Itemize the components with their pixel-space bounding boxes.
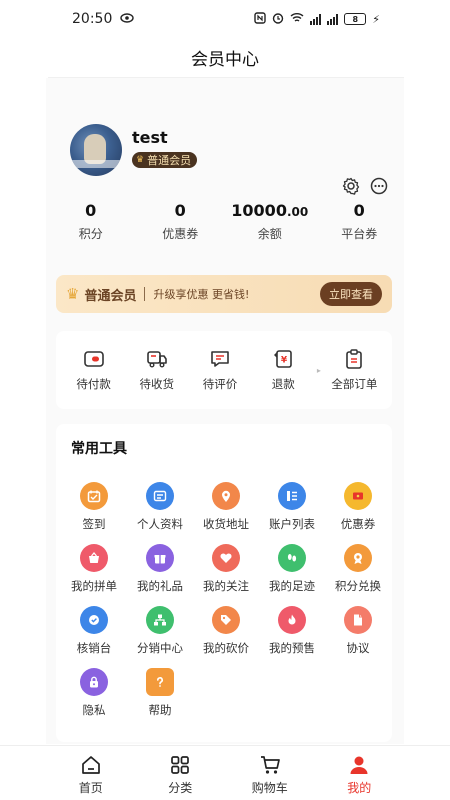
footprint-icon: [278, 544, 306, 572]
flame-icon: [278, 606, 306, 634]
banner-divider: [144, 287, 146, 301]
cart-icon: [259, 754, 281, 776]
stat-points[interactable]: 0 积分: [46, 200, 136, 244]
order-pending-review[interactable]: 待评价: [188, 348, 251, 392]
wifi-icon: [290, 12, 304, 26]
tool-footprints[interactable]: 我的足迹: [258, 544, 326, 594]
tool-privacy[interactable]: 隐私: [60, 668, 128, 718]
tab-home[interactable]: 首页: [46, 746, 136, 800]
tool-checkin[interactable]: 签到: [60, 482, 128, 532]
comment-icon: [209, 348, 231, 370]
calendar-icon: [80, 482, 108, 510]
clipboard-icon: [343, 348, 365, 370]
tab-cart[interactable]: 购物车: [225, 746, 315, 800]
tool-bargain[interactable]: 我的砍价: [192, 606, 260, 656]
orders-card: 待付款 待收货 待评价 ¥ 退款 ▸ 全部订单: [56, 331, 392, 409]
network-icon: [146, 606, 174, 634]
bottom-tab-bar: 首页 分类 购物车 我的: [0, 745, 450, 800]
tool-follow[interactable]: 我的关注: [192, 544, 260, 594]
signal-icon-2: [327, 13, 339, 25]
signal-icon: [310, 13, 322, 25]
alarm-icon: [272, 12, 284, 27]
view-now-button[interactable]: 立即查看: [320, 282, 382, 306]
document-icon: [344, 606, 372, 634]
crown-icon: ♛: [66, 285, 80, 303]
location-icon: [212, 482, 240, 510]
tool-address[interactable]: 收货地址: [192, 482, 260, 532]
home-icon: [80, 754, 102, 776]
gear-icon[interactable]: [342, 177, 360, 195]
tab-category[interactable]: 分类: [136, 746, 226, 800]
tool-agreement[interactable]: 协议: [324, 606, 392, 656]
tab-mine[interactable]: 我的: [315, 746, 405, 800]
avatar[interactable]: [70, 124, 122, 176]
tool-coupons[interactable]: 优惠券: [324, 482, 392, 532]
tool-group-buy[interactable]: 我的拼单: [60, 544, 128, 594]
verify-icon: [80, 606, 108, 634]
stat-balance[interactable]: 10000.00 余额: [225, 200, 315, 244]
medal-icon: [344, 544, 372, 572]
svg-text:¥: ¥: [281, 356, 288, 366]
coupon-icon: [344, 482, 372, 510]
user-icon: [348, 754, 370, 776]
tool-distribution[interactable]: 分销中心: [126, 606, 194, 656]
stats-row: 0 积分 0 优惠券 10000.00 余额 0 平台券: [46, 200, 404, 244]
refund-icon: ¥: [272, 348, 294, 370]
tool-presale[interactable]: 我的预售: [258, 606, 326, 656]
tool-profile[interactable]: 个人资料: [126, 482, 194, 532]
stat-platform-coupons[interactable]: 0 平台券: [315, 200, 405, 244]
help-icon: [146, 668, 174, 696]
status-bar: 20:50 8 ⚡: [0, 0, 450, 38]
charging-icon: ⚡: [372, 12, 380, 26]
scroll-hint-icon: ▸: [316, 365, 321, 375]
tool-accounts[interactable]: 账户列表: [258, 482, 326, 532]
message-icon[interactable]: [370, 177, 388, 195]
order-pending-payment[interactable]: 待付款: [62, 348, 125, 392]
status-time: 20:50: [72, 11, 113, 27]
list-icon: [278, 482, 306, 510]
order-refund[interactable]: ¥ 退款: [252, 348, 315, 392]
basket-icon: [80, 544, 108, 572]
profile-section: test ♛ 普通会员 0 积分 0 优惠券 10000.00 余额 0 平台券: [46, 108, 404, 250]
gift-icon: [146, 544, 174, 572]
nfc-icon: [254, 11, 266, 27]
truck-icon: [146, 348, 168, 370]
member-badge: ♛ 普通会员: [132, 152, 198, 168]
lock-icon: [80, 668, 108, 696]
eye-icon: [120, 11, 135, 27]
tool-gifts[interactable]: 我的礼品: [126, 544, 194, 594]
stat-coupons[interactable]: 0 优惠券: [136, 200, 226, 244]
order-all[interactable]: 全部订单: [323, 348, 386, 392]
member-badge-label: 普通会员: [147, 154, 192, 167]
member-banner: ♛ 普通会员 升级享优惠 更省钱! 立即查看: [56, 275, 392, 313]
crown-icon: ♛: [136, 155, 145, 165]
tool-help[interactable]: 帮助: [126, 668, 194, 718]
content-area: test ♛ 普通会员 0 积分 0 优惠券 10000.00 余额 0 平台券…: [46, 78, 404, 744]
tool-points-exchange[interactable]: 积分兑换: [324, 544, 392, 594]
tool-verify-desk[interactable]: 核销台: [60, 606, 128, 656]
banner-text: 升级享优惠 更省钱!: [153, 288, 250, 301]
heart-icon: [212, 544, 240, 572]
tools-title: 常用工具: [71, 441, 127, 457]
username: test: [132, 128, 168, 147]
order-pending-receipt[interactable]: 待收货: [125, 348, 188, 392]
tag-icon: [212, 606, 240, 634]
id-card-icon: [146, 482, 174, 510]
tools-card: 常用工具 签到 个人资料 收货地址 账户列表 优惠券 我的拼单 我的礼品 我的关…: [56, 424, 392, 742]
wallet-icon: [83, 348, 105, 370]
page-title: 会员中心: [191, 49, 259, 70]
battery-icon: 8: [344, 13, 367, 25]
status-icons: 8 ⚡: [254, 11, 380, 27]
category-icon: [169, 754, 191, 776]
banner-title: 普通会员: [84, 288, 137, 304]
